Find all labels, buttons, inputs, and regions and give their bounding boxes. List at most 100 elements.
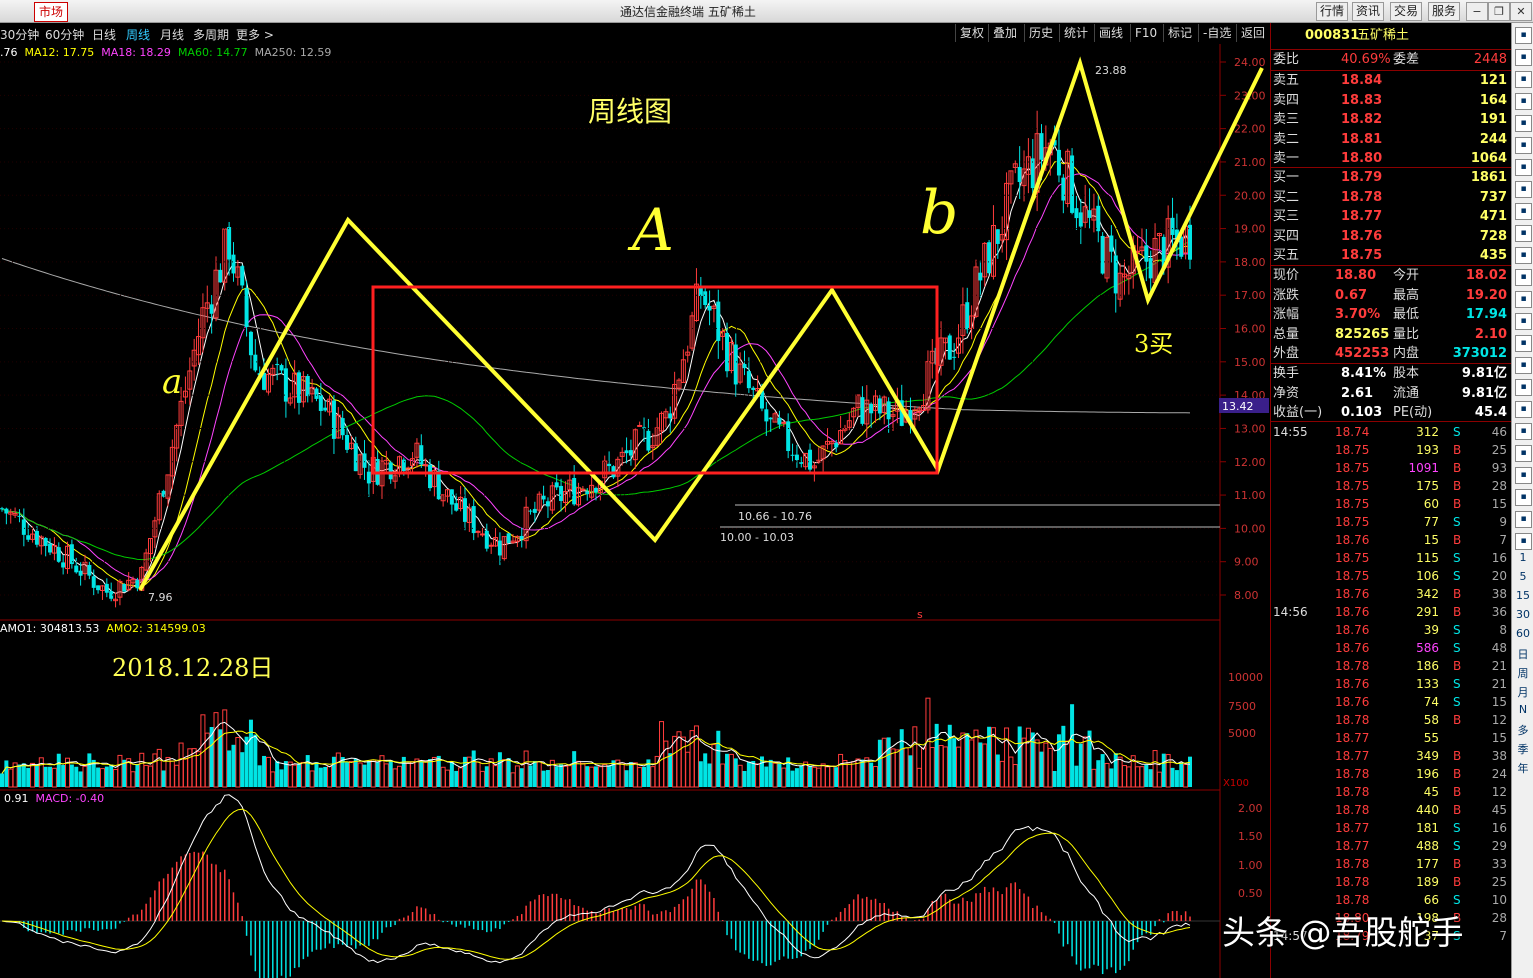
volume-bar — [48, 766, 53, 787]
side-tool-icon[interactable]: ▪ — [1515, 379, 1532, 396]
side-tool-icon[interactable]: ▪ — [1515, 137, 1532, 154]
side-tool-icon[interactable]: ▪ — [1515, 313, 1532, 330]
volume-bar — [275, 761, 280, 787]
side-tool-icon[interactable]: ▪ — [1515, 511, 1532, 528]
side-period-0[interactable]: 1 — [1512, 551, 1533, 564]
bid-row: 买四 18.76 728 — [1273, 228, 1507, 244]
period-60min[interactable]: 60分钟 — [45, 26, 84, 43]
volume-bar — [890, 748, 896, 788]
side-period-2[interactable]: 15 — [1512, 589, 1533, 602]
period-monthly[interactable]: 月线 — [160, 26, 184, 43]
period-multi[interactable]: 多周期 — [193, 26, 229, 43]
candle-body — [0, 508, 4, 510]
volume-bar — [69, 764, 74, 787]
side-tool-icon[interactable]: ▪ — [1515, 335, 1532, 352]
trade-button[interactable]: 交易 — [1390, 2, 1423, 21]
volume-bar — [1039, 751, 1044, 787]
period-weekly[interactable]: 周线 — [126, 26, 150, 43]
close-icon[interactable]: ✕ — [1510, 2, 1532, 21]
amo1-value: AMO1: 304813.53 — [0, 622, 100, 635]
side-tool-icon[interactable]: ▪ — [1515, 423, 1532, 440]
news-button[interactable]: 资讯 — [1352, 2, 1385, 21]
low-price-label: 7.96 — [148, 591, 173, 604]
side-tool-icon[interactable]: ▪ — [1515, 115, 1532, 132]
side-tool-icon[interactable]: ▪ — [1515, 27, 1532, 44]
side-tool-icon[interactable]: ▪ — [1515, 203, 1532, 220]
tick-row: 18.77 55 15 — [1335, 731, 1507, 745]
candle-body — [725, 333, 730, 372]
side-tool-icon[interactable]: ▪ — [1515, 291, 1532, 308]
side-tool-icon[interactable]: ▪ — [1515, 269, 1532, 286]
stock-code: 000831 — [1305, 28, 1360, 43]
side-tool-icon[interactable]: ▪ — [1515, 49, 1532, 66]
side-tool-icon[interactable]: ▪ — [1515, 533, 1532, 550]
candle-body — [1078, 212, 1083, 227]
side-period-9[interactable]: 多 — [1512, 722, 1533, 738]
candle-body — [528, 510, 533, 512]
f10-button[interactable]: F10 — [1130, 24, 1161, 42]
overlay-button[interactable]: 叠加 — [988, 24, 1021, 42]
kline-chart[interactable]: 24.0023.0022.0021.0020.0019.0018.0017.00… — [0, 44, 1270, 978]
volume-bar — [362, 764, 367, 787]
candle-body — [56, 547, 61, 562]
restore-rights-button[interactable]: 复权 — [955, 24, 988, 42]
side-tool-icon[interactable]: ▪ — [1515, 357, 1532, 374]
chart-type-annotation: 周线图 — [588, 95, 673, 128]
side-tool-icon[interactable]: ▪ — [1515, 401, 1532, 418]
side-period-7[interactable]: 月 — [1512, 684, 1533, 700]
side-tool-icon[interactable]: ▪ — [1515, 247, 1532, 264]
tab-market[interactable]: 市场 — [34, 2, 69, 22]
volume-bar — [585, 766, 590, 787]
quote-button[interactable]: 行情 — [1316, 2, 1349, 21]
candle-body — [637, 424, 643, 427]
price-tick-label: 9.00 — [1234, 556, 1259, 569]
volume-bar — [1025, 727, 1031, 788]
candle-body — [808, 449, 813, 470]
volume-bar — [1052, 770, 1057, 787]
side-tool-icon[interactable]: ▪ — [1515, 445, 1532, 462]
period-more[interactable]: 更多 > — [236, 26, 274, 43]
side-tool-icon[interactable]: ▪ — [1515, 467, 1532, 484]
restore-icon[interactable]: ❐ — [1488, 2, 1510, 21]
candle-body — [26, 535, 31, 540]
volume-bar — [405, 762, 411, 788]
side-tool-icon[interactable]: ▪ — [1515, 159, 1532, 176]
candle-body — [240, 266, 245, 286]
candle-body — [607, 463, 612, 467]
side-tool-icon[interactable]: ▪ — [1515, 93, 1532, 110]
volume-bar — [834, 767, 839, 787]
candle-body — [314, 388, 319, 399]
side-tool-icon[interactable]: ▪ — [1515, 489, 1532, 506]
side-period-8[interactable]: N — [1512, 703, 1533, 716]
side-period-11[interactable]: 年 — [1512, 760, 1533, 776]
volume-bar — [43, 766, 48, 787]
side-period-10[interactable]: 季 — [1512, 741, 1533, 757]
side-tool-icon[interactable]: ▪ — [1515, 225, 1532, 242]
service-button[interactable]: 服务 — [1428, 2, 1461, 21]
back-button[interactable]: 返回 — [1236, 24, 1269, 42]
side-tool-icon[interactable]: ▪ — [1515, 181, 1532, 198]
volume-bar — [514, 765, 520, 788]
candle-body — [532, 508, 537, 513]
stats-row: 涨跌 0.67 最高 19.20 — [1273, 287, 1507, 303]
draw-button[interactable]: 画线 — [1094, 24, 1127, 42]
volume-bar — [213, 712, 219, 788]
stats2-row: 净资 2.61 流通 9.81亿 — [1273, 385, 1507, 401]
side-period-5[interactable]: 日 — [1512, 646, 1533, 662]
mark-button[interactable]: 标记 — [1163, 24, 1196, 42]
minimize-icon[interactable]: − — [1466, 2, 1488, 21]
side-period-1[interactable]: 5 — [1512, 570, 1533, 583]
high-price-label: 23.88 — [1095, 64, 1127, 77]
watchlist-button[interactable]: -自选 — [1198, 24, 1235, 42]
stats-button[interactable]: 统计 — [1059, 24, 1092, 42]
tick-row: 18.78 45 B 12 — [1335, 785, 1507, 799]
period-daily[interactable]: 日线 — [92, 26, 116, 43]
period-30min[interactable]: 30分钟 — [0, 26, 39, 43]
side-period-6[interactable]: 周 — [1512, 665, 1533, 681]
side-tool-icon[interactable]: ▪ — [1515, 71, 1532, 88]
history-button[interactable]: 历史 — [1024, 24, 1057, 42]
volume-bar — [335, 752, 341, 788]
candle-body — [419, 445, 424, 465]
side-period-3[interactable]: 30 — [1512, 608, 1533, 621]
side-period-4[interactable]: 60 — [1512, 627, 1533, 640]
